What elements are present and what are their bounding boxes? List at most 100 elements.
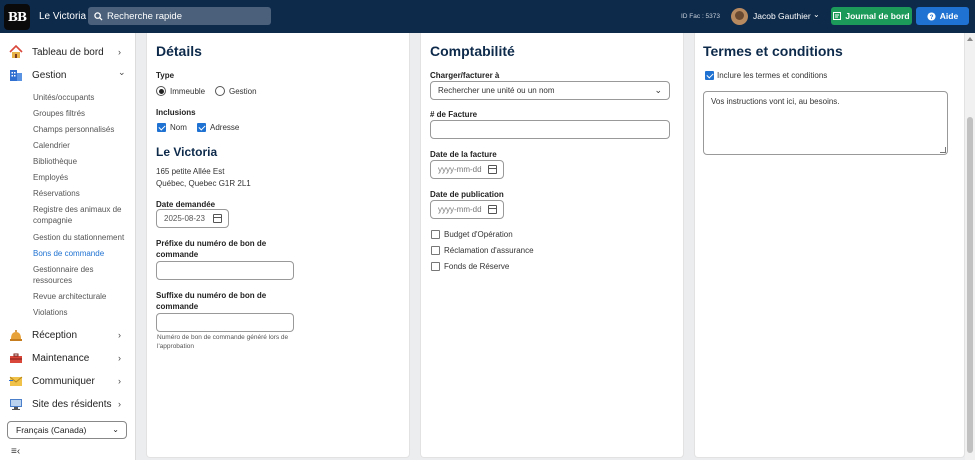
sidebar-subitem-employes[interactable]: Employés [33,172,129,183]
sidebar-item-site-residents[interactable]: Site des résidents › [0,394,136,414]
page-scrollbar[interactable] [965,33,975,460]
calendar-icon[interactable] [488,165,497,174]
language-value: Français (Canada) [16,425,87,435]
search-icon [94,11,103,21]
sidebar-subitem-unites[interactable]: Unités/occupants [33,92,129,103]
chevron-right-icon: › [118,376,121,386]
include-terms-checkbox[interactable] [705,71,714,80]
charge-placeholder: Rechercher une unité ou un nom [438,86,555,95]
calendar-icon[interactable] [488,205,497,214]
building-icon [10,70,22,81]
sidebar-item-maintenance[interactable]: Maintenance › [0,348,136,368]
prefix-input[interactable] [156,261,294,280]
language-select[interactable]: Français (Canada) ⌄ [7,421,127,439]
terms-text: Vos instructions vont ici, au besoins. [711,97,840,106]
journal-button[interactable]: Journal de bord [831,7,912,25]
checkbox-label: Fonds de Réserve [444,262,510,271]
insurance-claim-checkbox[interactable] [431,246,440,255]
budget-checkbox[interactable] [431,230,440,239]
chevron-down-icon[interactable]: ⌄ [813,10,820,19]
toolbox-icon [10,353,22,363]
resize-handle-icon[interactable] [940,147,946,153]
inclusion-adresse-checkbox[interactable] [197,123,206,132]
charge-label: Charger/facturer à [430,71,500,80]
sidebar-subitem-animaux[interactable]: Registre des animaux de compagnie [33,204,129,226]
sidebar-item-label: Maintenance [32,352,90,364]
date-requested-input[interactable]: 2025-08-23 [156,209,229,228]
invoice-number-input[interactable] [430,120,670,139]
chevron-down-icon: ⌄ [112,425,119,434]
chevron-right-icon: › [118,399,121,409]
sidebar-item-label: Site des résidents [32,398,112,410]
suffix-label: Suffixe du numéro de bon de commande [156,291,267,311]
terms-title: Termes et conditions [703,43,843,59]
accounting-title: Comptabilité [430,43,515,59]
help-button[interactable]: ? Aide [916,7,969,25]
accounting-panel: Comptabilité Charger/facturer à Recherch… [420,33,684,458]
envelope-icon [9,376,23,386]
building-name: Le Victoria [156,145,218,159]
publication-date-input[interactable]: yyyy-mm-dd [430,200,504,219]
inclusion-option-label: Adresse [210,123,240,132]
top-bar: BB Le Victoria Recherche rapide ID Fac :… [0,0,975,33]
sidebar-subitem-champs[interactable]: Champs personnalisés [33,124,129,135]
search-input[interactable]: Recherche rapide [88,7,271,25]
search-placeholder: Recherche rapide [107,10,182,22]
sidebar-subitem-reservations[interactable]: Réservations [33,188,129,199]
inclusion-nom-checkbox[interactable] [157,123,166,132]
details-panel: Détails Type Immeuble Gestion Inclusions… [146,33,410,458]
help-icon: ? [927,11,936,20]
sidebar-subitem-revue[interactable]: Revue architecturale [33,291,129,302]
collapse-sidebar-icon[interactable]: ≡‹ [11,446,20,457]
invoice-date-label: Date de la facture [430,150,497,159]
checkbox-label: Réclamation d'assurance [444,246,534,255]
date-requested-value: 2025-08-23 [164,214,205,223]
po-number-hint: Numéro de bon de commande généré lors de… [157,334,289,350]
journal-icon [833,12,842,20]
sidebar-item-label: Tableau de bord [32,46,104,58]
scroll-up-icon[interactable] [967,37,973,41]
chevron-down-icon: ⌄ [118,67,126,77]
id-fac: ID Fac : 5373 [681,13,721,20]
avatar[interactable] [731,8,748,25]
invoice-date-placeholder: yyyy-mm-dd [438,165,482,174]
scrollbar-thumb[interactable] [967,117,973,453]
sidebar-subitem-violations[interactable]: Violations [33,307,129,318]
sidebar-subitem-ressources[interactable]: Gestionnaire des ressources [33,264,129,286]
sidebar-subitem-bons-de-commande[interactable]: Bons de commande [33,248,129,259]
sidebar-item-label: Réception [32,329,78,341]
calendar-icon[interactable] [213,214,222,223]
terms-panel: Termes et conditions Inclure les termes … [694,33,965,458]
invoice-date-input[interactable]: yyyy-mm-dd [430,160,504,179]
sidebar: Tableau de bord › Gestion ⌄ Unités/occup… [0,33,136,460]
terms-textarea[interactable]: Vos instructions vont ici, au besoins. [703,91,948,155]
sidebar-item-tableau-de-bord[interactable]: Tableau de bord › [0,42,136,62]
suffix-input[interactable] [156,313,294,332]
app-title[interactable]: Le Victoria [39,11,91,22]
include-terms-label: Inclure les termes et conditions [717,71,828,80]
logo[interactable]: BB [4,3,30,30]
sidebar-item-reception[interactable]: Réception › [0,325,136,345]
reserve-fund-checkbox[interactable] [431,262,440,271]
type-radio-immeuble[interactable] [156,86,166,96]
sidebar-item-gestion[interactable]: Gestion ⌄ [0,65,136,85]
address-line-2: Québec, Quebec G1R 2L1 [156,179,251,188]
bell-icon [10,330,22,341]
user-name[interactable]: Jacob Gauthier [753,11,811,21]
charge-select[interactable]: Rechercher une unité ou un nom ⌄ [430,81,670,100]
checkbox-label: Budget d'Opération [444,230,513,239]
type-radio-gestion[interactable] [215,86,225,96]
prefix-label: Préfixe du numéro de bon de commande [156,239,267,259]
sidebar-item-communiquer[interactable]: Communiquer › [0,371,136,391]
chevron-right-icon: › [118,353,121,363]
type-option-label: Immeuble [170,87,206,96]
chevron-right-icon: › [118,330,121,340]
chevron-down-icon: ⌄ [654,85,662,95]
address-line-1: 165 petite Allée Est [156,167,225,176]
sidebar-item-label: Gestion [32,69,67,81]
sidebar-subitem-calendrier[interactable]: Calendrier [33,140,129,151]
publication-date-placeholder: yyyy-mm-dd [438,205,482,214]
sidebar-subitem-bibliotheque[interactable]: Bibliothèque [33,156,129,167]
sidebar-subitem-stationnement[interactable]: Gestion du stationnement [33,232,129,243]
sidebar-subitem-groupes[interactable]: Groupes filtrés [33,108,129,119]
